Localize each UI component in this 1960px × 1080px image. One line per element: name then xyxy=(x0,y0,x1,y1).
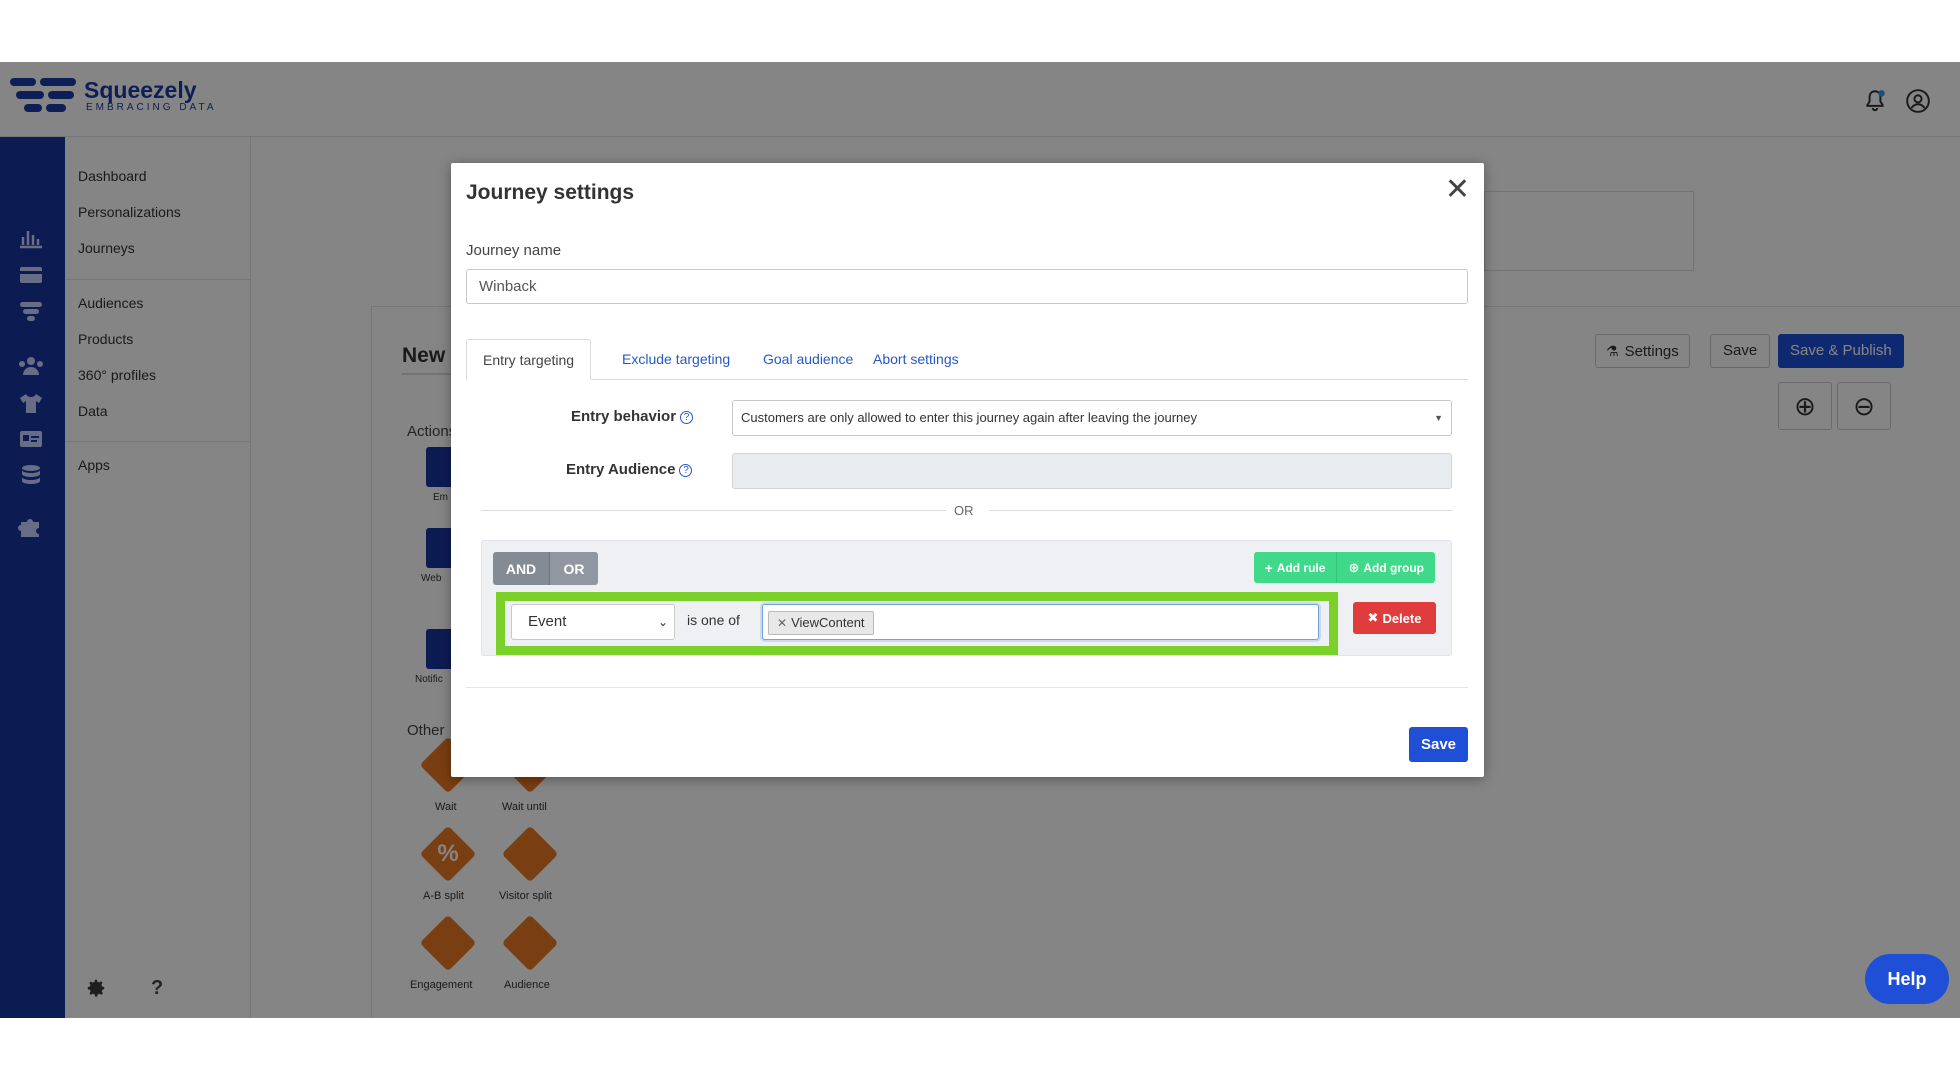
journey-name-input[interactable] xyxy=(466,269,1468,304)
or-divider-label: OR xyxy=(954,503,974,518)
entry-behavior-select[interactable]: Customers are only allowed to enter this… xyxy=(732,400,1452,436)
delete-label: Delete xyxy=(1382,610,1422,626)
entry-audience-input[interactable] xyxy=(732,453,1452,489)
journey-settings-modal: Journey settings ✕ Journey name Entry ta… xyxy=(451,163,1484,777)
app-window: Squeezely EMBRACING DATA Dashboard Perso… xyxy=(0,62,1960,1018)
add-group-label: Add group xyxy=(1363,560,1424,575)
entry-audience-text: Entry Audience xyxy=(566,461,676,478)
or-button[interactable]: OR xyxy=(550,552,598,585)
value-tag-label: ViewContent xyxy=(791,615,865,630)
and-or-toggle: AND OR xyxy=(493,552,598,585)
chevron-down-icon: ⌄ xyxy=(657,615,668,629)
value-tag: ✕ ViewContent xyxy=(768,611,874,635)
rule-values-input[interactable]: ✕ ViewContent xyxy=(762,604,1319,640)
entry-behavior-label: Entry behavior? xyxy=(571,408,694,425)
times-icon: ✖ xyxy=(1367,610,1379,625)
rule-field-value: Event xyxy=(528,613,567,630)
modal-save-button[interactable]: Save xyxy=(1409,727,1468,762)
query-builder: AND OR + Add rule ⊕ Add group Event ⌄ is xyxy=(481,540,1452,656)
modal-footer-divider xyxy=(466,687,1468,688)
delete-rule-button[interactable]: ✖ Delete xyxy=(1353,602,1436,634)
plus-icon: + xyxy=(1264,559,1273,576)
or-divider-right xyxy=(989,510,1452,511)
tab-abort-settings[interactable]: Abort settings xyxy=(857,339,975,380)
tab-goal-audience[interactable]: Goal audience xyxy=(747,339,869,380)
help-circle-icon[interactable]: ? xyxy=(680,411,694,424)
query-actions: + Add rule ⊕ Add group xyxy=(1253,552,1435,583)
rule-field-select[interactable]: Event ⌄ xyxy=(511,604,675,640)
add-group-button[interactable]: ⊕ Add group xyxy=(1337,552,1435,583)
entry-behavior-text: Entry behavior xyxy=(571,408,677,425)
close-icon[interactable]: ✕ xyxy=(1445,175,1470,205)
help-button[interactable]: Help xyxy=(1865,954,1949,1004)
rule-row-highlight: Event ⌄ is one of ✕ ViewContent xyxy=(496,592,1338,655)
entry-audience-label: Entry Audience? xyxy=(566,461,693,478)
remove-tag-icon[interactable]: ✕ xyxy=(777,616,787,630)
rule-operator: is one of xyxy=(687,612,740,628)
tab-exclude-targeting[interactable]: Exclude targeting xyxy=(606,339,746,380)
or-divider-left xyxy=(481,510,946,511)
caret-down-icon: ▼ xyxy=(1434,413,1443,423)
modal-title: Journey settings xyxy=(466,181,635,204)
plus-circle-icon: ⊕ xyxy=(1348,559,1360,575)
help-circle-icon[interactable]: ? xyxy=(679,464,693,477)
settings-tabs: Entry targeting Exclude targeting Goal a… xyxy=(466,339,1468,380)
tab-entry-targeting[interactable]: Entry targeting xyxy=(466,339,592,380)
journey-name-label: Journey name xyxy=(466,242,562,259)
add-rule-button[interactable]: + Add rule xyxy=(1253,552,1338,583)
entry-behavior-value: Customers are only allowed to enter this… xyxy=(741,410,1197,425)
and-button[interactable]: AND xyxy=(493,552,550,585)
add-rule-label: Add rule xyxy=(1276,560,1326,575)
